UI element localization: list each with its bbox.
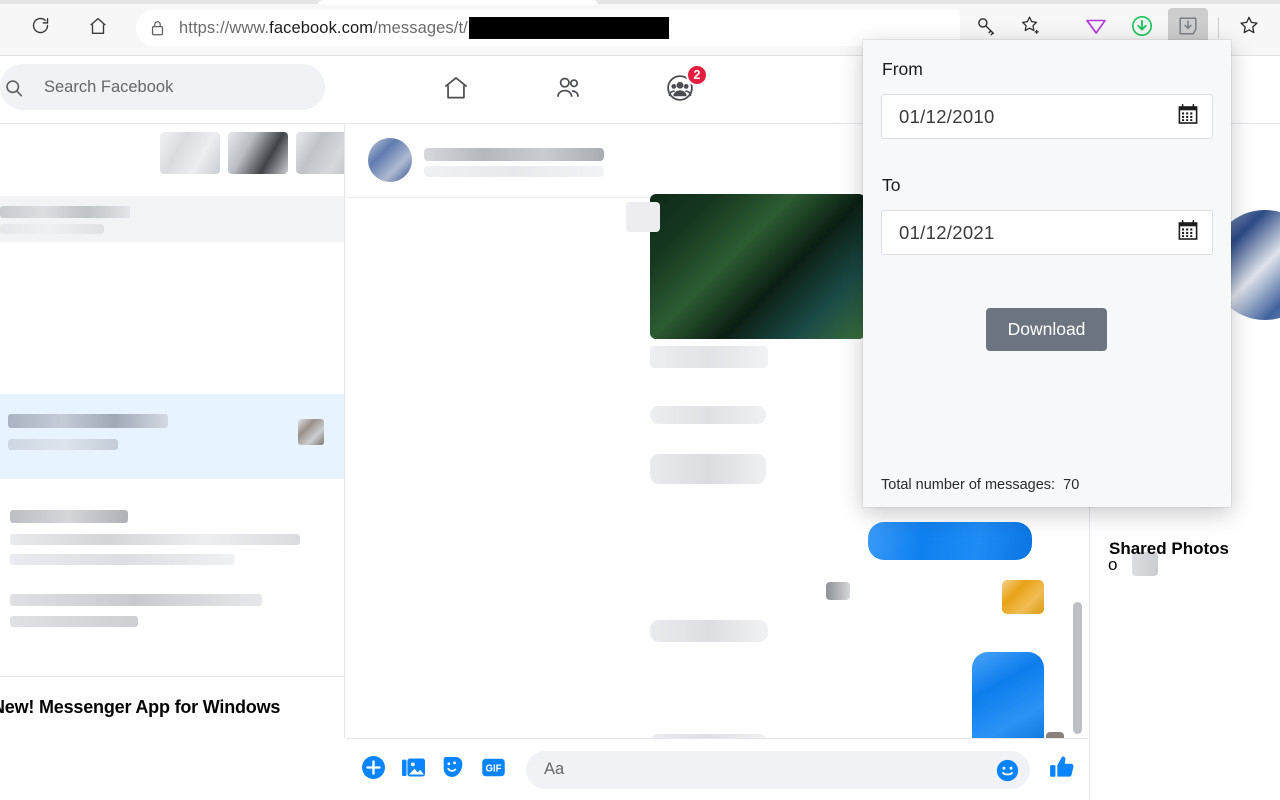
like-button[interactable] <box>1048 753 1076 786</box>
message-attachment-image[interactable] <box>650 194 865 339</box>
nav-home-button[interactable] <box>400 60 512 120</box>
search-input[interactable]: Search Facebook <box>0 64 325 110</box>
blur-text <box>10 510 128 523</box>
password-key-icon <box>975 15 997 42</box>
emoji-button[interactable] <box>995 758 1020 788</box>
shared-photos-title: Shared Photos <box>1109 539 1229 558</box>
blur-text <box>424 166 604 177</box>
from-date-input[interactable]: 01/12/2010 <box>881 94 1213 139</box>
blur-text <box>0 206 130 218</box>
green-download-extension-icon <box>1130 14 1154 43</box>
blur-text <box>8 414 168 428</box>
nav-friends-button[interactable] <box>512 60 624 120</box>
story-chip[interactable] <box>296 132 344 174</box>
emoji-icon <box>995 759 1020 787</box>
lock-icon <box>150 19 165 37</box>
blur-text <box>8 439 118 450</box>
message-input[interactable]: Aa <box>526 750 1030 789</box>
save-messages-extension-icon <box>1176 14 1200 43</box>
home-icon <box>441 73 471 108</box>
thumbs-up-icon <box>1048 756 1076 785</box>
message-input-placeholder: Aa <box>544 760 565 778</box>
blur-text <box>626 202 660 232</box>
toolbar-divider <box>1218 17 1219 39</box>
list-item[interactable] <box>0 586 344 646</box>
browser-window: https://www. facebook.com/messages/t/ Se… <box>0 0 1280 800</box>
from-date-value: 01/12/2010 <box>899 105 995 127</box>
address-bar[interactable]: https://www. facebook.com/messages/t/ <box>136 10 960 46</box>
address-bar-url: https://www. facebook.com/messages/t/ <box>179 17 669 39</box>
facebook-nav: 2 <box>400 56 736 124</box>
add-attachment-button[interactable] <box>358 755 388 785</box>
active-tab-strip[interactable] <box>318 0 598 5</box>
message-bubble-outgoing[interactable] <box>972 652 1044 738</box>
message-reaction[interactable] <box>826 582 850 600</box>
to-date-input[interactable]: 01/12/2021 <box>881 210 1213 255</box>
nav-groups-button[interactable]: 2 <box>624 60 736 120</box>
from-label: From <box>882 59 923 79</box>
to-label: To <box>882 175 901 195</box>
message-bubble-incoming[interactable] <box>650 454 766 484</box>
story-chip[interactable] <box>160 132 220 174</box>
friends-icon <box>553 73 583 108</box>
list-item[interactable] <box>0 196 344 242</box>
sticker-button[interactable] <box>438 755 468 785</box>
gif-button[interactable]: GIF <box>478 755 508 785</box>
groups-badge: 2 <box>686 64 708 86</box>
add-attachment-icon <box>360 754 387 786</box>
reload-button[interactable] <box>20 8 60 48</box>
url-host: facebook.com <box>269 18 374 37</box>
total-messages-label: Total number of messages: 70 <box>881 477 1080 493</box>
blur-text <box>10 534 300 545</box>
favorites-button[interactable] <box>1229 8 1269 48</box>
blur-text <box>10 554 235 565</box>
blur-text <box>10 594 262 606</box>
message-composer: GIF Aa <box>346 738 1088 800</box>
calendar-icon[interactable] <box>1176 218 1200 247</box>
conversation-list: New! Messenger App for Windows <box>0 124 345 738</box>
search-placeholder: Search Facebook <box>44 77 174 96</box>
photo-icon <box>400 754 427 786</box>
message-bubble-outgoing[interactable] <box>868 522 1032 560</box>
download-button[interactable]: Download <box>986 308 1107 351</box>
add-favorite-icon <box>1019 14 1042 42</box>
favorites-star-icon <box>1237 14 1261 43</box>
message-attachment-sticker[interactable] <box>1002 580 1044 614</box>
blur-text <box>0 224 104 234</box>
story-chips-row <box>160 132 344 174</box>
messenger-app-promo[interactable]: New! Messenger App for Windows <box>0 676 344 738</box>
message-bubble-incoming[interactable] <box>650 620 768 642</box>
list-item[interactable] <box>0 394 344 479</box>
svg-text:GIF: GIF <box>485 763 501 774</box>
paper-plane-extension-icon <box>1084 14 1108 43</box>
home-icon <box>87 15 109 42</box>
list-item[interactable] <box>0 504 344 576</box>
blur-text <box>424 148 604 161</box>
story-chip[interactable] <box>228 132 288 174</box>
url-path: /messages/t/ <box>373 18 468 37</box>
home-button[interactable] <box>78 8 118 48</box>
gif-icon: GIF <box>480 754 507 786</box>
messenger-app-promo-label: New! Messenger App for Windows <box>0 697 281 717</box>
search-icon <box>3 77 25 104</box>
url-scheme: https://www. <box>179 18 270 37</box>
blur-text <box>10 616 138 627</box>
avatar[interactable] <box>368 138 412 182</box>
photo-button[interactable] <box>398 755 428 785</box>
sticker-icon <box>440 754 466 785</box>
download-messages-popup: From 01/12/2010 To 01/12/2021 <box>863 40 1231 507</box>
url-redacted-bar <box>468 17 669 39</box>
blur-thumb <box>298 419 324 445</box>
to-date-value: 01/12/2021 <box>899 221 995 243</box>
reload-icon <box>30 15 51 41</box>
thread-scrollbar[interactable] <box>1073 602 1082 734</box>
calendar-icon[interactable] <box>1176 102 1200 131</box>
blur-text <box>650 346 768 368</box>
message-bubble-incoming[interactable] <box>650 406 766 424</box>
